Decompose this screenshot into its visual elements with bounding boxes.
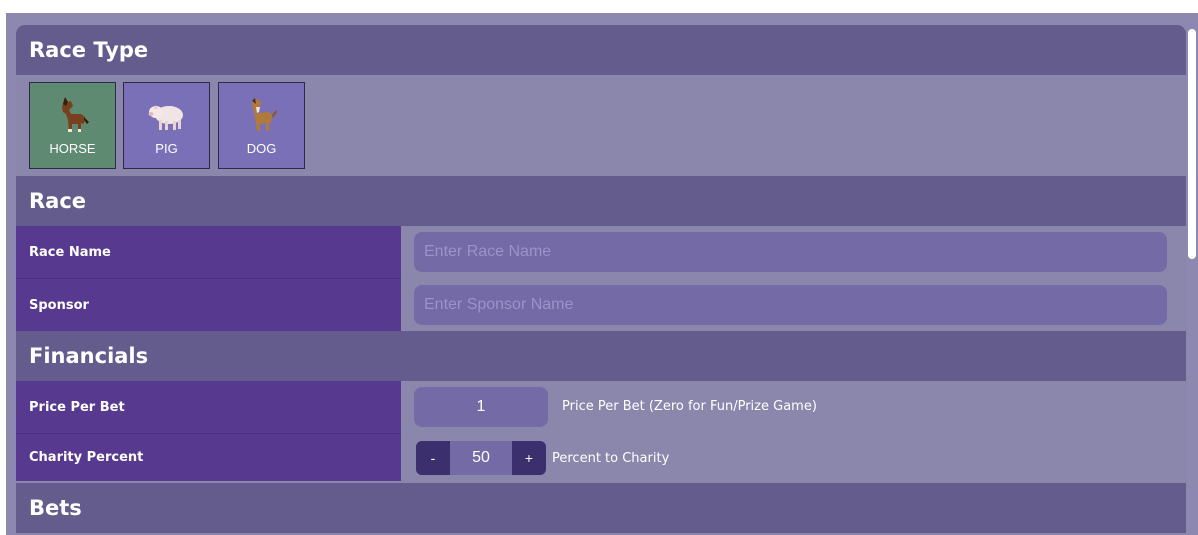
sponsor-row: Sponsor [16, 279, 1186, 331]
race-type-horse-button[interactable]: HORSE [29, 82, 116, 169]
charity-decrement-button[interactable]: - [416, 441, 450, 475]
race-name-input[interactable] [414, 232, 1167, 272]
price-per-bet-input[interactable]: 1 [414, 387, 548, 427]
race-type-header: Race Type [16, 25, 1186, 75]
price-per-bet-row: Price Per Bet 1 Price Per Bet (Zero for … [16, 381, 1186, 434]
horse-icon [62, 97, 89, 132]
price-per-bet-label: Price Per Bet [16, 381, 401, 434]
race-name-label: Race Name [16, 226, 401, 279]
settings-frame: Race Type HORSE PIG DOG Race Race Name E… [6, 13, 1198, 535]
race-header: Race [16, 176, 1186, 226]
financials-header: Financials [16, 331, 1186, 381]
pig-icon [148, 105, 183, 130]
charity-percent-label: Charity Percent [16, 434, 401, 481]
race-type-pig-button[interactable]: PIG [123, 82, 210, 169]
charity-percent-value[interactable]: 50 [450, 441, 512, 475]
dog-icon [252, 98, 277, 131]
race-settings-panel: Race Type HORSE PIG DOG Race Race Name E… [16, 25, 1186, 535]
race-name-row: Race Name [16, 226, 1186, 279]
race-type-options: HORSE PIG DOG [16, 75, 1186, 176]
price-per-bet-hint: Price Per Bet (Zero for Fun/Prize Game) [562, 399, 817, 414]
scrollbar[interactable] [1188, 29, 1196, 259]
page: Race Type HORSE PIG DOG Race Race Name E… [0, 0, 1198, 535]
race-type-dog-label: DOG [246, 141, 277, 156]
charity-percent-row: Charity Percent - 50 + Percent to Charit… [16, 434, 1186, 481]
race-type-pig-label: PIG [155, 141, 178, 156]
bets-header: Bets [16, 483, 1186, 533]
race-type-horse-label: HORSE [49, 141, 96, 156]
charity-percent-hint: Percent to Charity [552, 451, 670, 466]
charity-percent-stepper: - 50 + [416, 441, 546, 475]
sponsor-label: Sponsor [16, 279, 401, 331]
race-type-dog-button[interactable]: DOG [218, 82, 305, 169]
charity-increment-button[interactable]: + [512, 441, 546, 475]
sponsor-input[interactable] [414, 285, 1167, 325]
